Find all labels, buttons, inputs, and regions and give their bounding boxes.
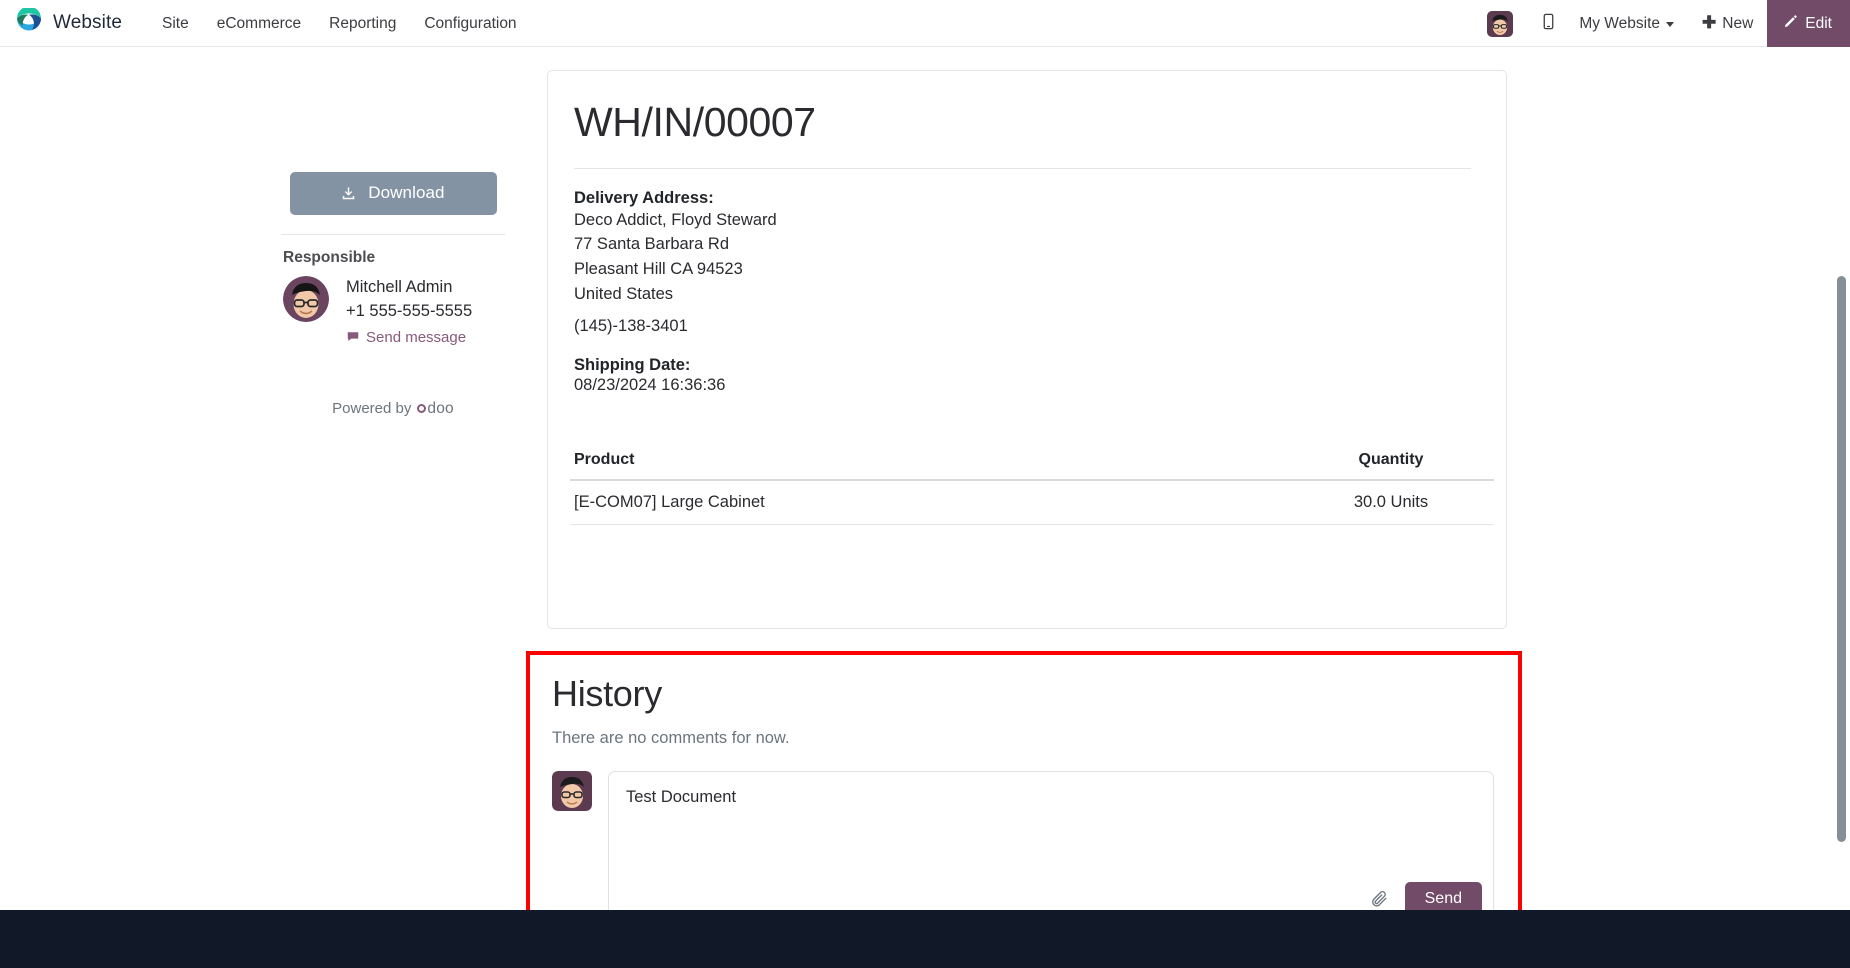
history-title: History — [552, 673, 662, 714]
new-button[interactable]: ✚ New — [1688, 0, 1767, 47]
cell-quantity: 30.0 Units — [1284, 480, 1494, 526]
download-button[interactable]: Download — [289, 172, 497, 215]
address-line: United States — [574, 284, 674, 303]
site-selector-label: My Website — [1579, 15, 1661, 32]
avatar — [552, 771, 592, 812]
responsible-details: Mitchell Admin +1 555-555-5555 Send mess… — [346, 276, 472, 347]
table-header-row: Product Quantity — [570, 451, 1494, 482]
send-message-label: Send message — [366, 329, 467, 347]
history-empty-text: There are no comments for now. — [552, 729, 790, 748]
customer-phone: (145)-138-3401 — [574, 317, 688, 336]
new-button-label: New — [1722, 14, 1754, 32]
odoo-wordmark-text: doo — [427, 399, 454, 417]
page-scrollbar-track[interactable] — [1833, 94, 1850, 968]
top-navbar: Website Site eCommerce Reporting Configu… — [0, 0, 1850, 47]
odoo-o-ring — [417, 403, 427, 413]
address-line: Deco Addict, Floyd Steward — [574, 210, 777, 229]
mobile-preview-button[interactable] — [1531, 0, 1565, 47]
download-icon — [341, 184, 361, 203]
responsible-label: Responsible — [283, 249, 376, 266]
page-footer — [0, 910, 1850, 968]
navbar-right-group: My Website ✚ New Edit — [1487, 0, 1850, 47]
comment-icon — [346, 329, 360, 347]
column-header-quantity: Quantity — [1284, 451, 1494, 482]
odoo-wordmark-icon: doo — [417, 399, 454, 418]
responsible-block: Mitchell Admin +1 555-555-5555 Send mess… — [281, 276, 505, 347]
address-line: 77 Santa Barbara Rd — [574, 235, 730, 254]
responsible-phone: +1 555-555-5555 — [346, 302, 473, 321]
responsible-name: Mitchell Admin — [346, 278, 453, 296]
chevron-down-icon — [1666, 22, 1675, 27]
page-title: WH/IN/00007 — [574, 99, 816, 145]
delivery-address-label: Delivery Address: — [574, 188, 714, 207]
table-row: [E-COM07] Large Cabinet 30.0 Units — [570, 480, 1494, 526]
brand-name: Website — [53, 12, 122, 33]
delivery-slip-card: WH/IN/00007 Delivery Address: Deco Addic… — [547, 70, 1507, 629]
powered-by[interactable]: Powered by doo — [281, 400, 505, 418]
nav-item-ecommerce[interactable]: eCommerce — [203, 0, 315, 47]
cell-product: [E-COM07] Large Cabinet — [570, 480, 1284, 526]
powered-by-label: Powered by — [332, 399, 412, 417]
avatar[interactable] — [1487, 10, 1514, 37]
pencil-icon — [1783, 14, 1798, 34]
address-line: Pleasant Hill CA 94523 — [574, 260, 743, 279]
comment-input-box[interactable]: Send — [608, 771, 1494, 930]
nav-item-reporting[interactable]: Reporting — [315, 0, 410, 47]
brand-home-link[interactable]: Website — [14, 6, 122, 38]
edit-button[interactable]: Edit — [1767, 0, 1850, 47]
nav-item-site[interactable]: Site — [148, 0, 203, 47]
page-body: Download Responsible Mitchell Admin +1 5… — [0, 47, 1850, 968]
download-button-label: Download — [368, 183, 445, 202]
column-header-product: Product — [570, 451, 1284, 482]
send-message-link[interactable]: Send message — [346, 329, 472, 347]
shipping-date-value: 08/23/2024 16:36:36 — [574, 376, 726, 395]
product-table: Product Quantity [E-COM07] Large Cabinet… — [570, 451, 1494, 526]
plus-icon: ✚ — [1702, 13, 1717, 32]
page-scrollbar-thumb[interactable] — [1837, 276, 1846, 842]
title-divider — [574, 167, 1471, 169]
edit-button-label: Edit — [1805, 14, 1832, 32]
odoo-logo-icon — [14, 6, 44, 38]
shipping-date-label: Shipping Date: — [574, 356, 691, 375]
sidebar: Download Responsible Mitchell Admin +1 5… — [281, 172, 505, 418]
main-menu: Site eCommerce Reporting Configuration — [148, 0, 531, 47]
comment-composer: Send — [552, 771, 1496, 930]
nav-item-configuration[interactable]: Configuration — [410, 0, 530, 47]
avatar — [283, 276, 329, 322]
sidebar-divider — [281, 234, 505, 235]
paperclip-icon[interactable] — [1370, 890, 1389, 909]
mobile-phone-icon — [1540, 13, 1557, 35]
comment-textarea[interactable] — [626, 786, 1476, 879]
site-selector-dropdown[interactable]: My Website — [1565, 0, 1688, 47]
